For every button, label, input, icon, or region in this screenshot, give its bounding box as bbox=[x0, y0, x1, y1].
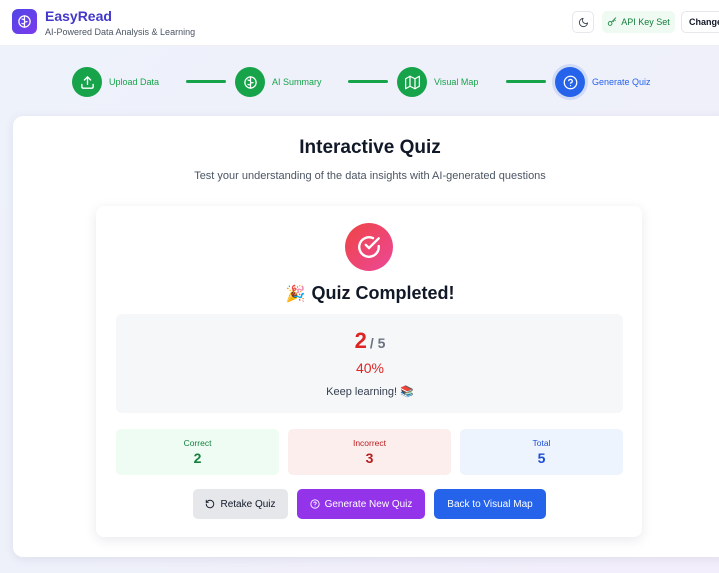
step-generate-quiz[interactable] bbox=[555, 67, 585, 97]
step-connector bbox=[348, 80, 388, 83]
map-icon bbox=[404, 75, 420, 89]
page-subtitle: Test your understanding of the data insi… bbox=[194, 170, 546, 182]
generate-new-quiz-label: Generate New Quiz bbox=[324, 498, 413, 510]
brain-logo-icon bbox=[12, 9, 37, 34]
api-key-status-text: API Key Set bbox=[621, 17, 670, 27]
app-header: EasyRead AI-Powered Data Analysis & Lear… bbox=[0, 0, 719, 46]
app-tagline: AI-Powered Data Analysis & Learning bbox=[45, 27, 196, 37]
party-emoji-icon: 🎉 bbox=[285, 286, 306, 303]
question-circle-icon bbox=[309, 499, 320, 509]
question-circle-icon bbox=[563, 75, 577, 89]
quiz-completed-heading: 🎉 Quiz Completed! bbox=[0, 283, 719, 304]
score-message: Keep learning! 📚 bbox=[326, 386, 414, 398]
step-label-generate-quiz: Generate Quiz bbox=[592, 77, 651, 87]
step-label-visual-map: Visual Map bbox=[434, 77, 479, 87]
page-title: Interactive Quiz bbox=[299, 137, 441, 158]
correct-stat-card: Correct 2 bbox=[116, 429, 279, 475]
score-display: 2/ 5 bbox=[0, 328, 719, 354]
total-value: 5 bbox=[537, 450, 546, 466]
quiz-completed-text: Quiz Completed! bbox=[311, 283, 455, 303]
brain-icon bbox=[243, 75, 257, 89]
retake-quiz-label: Retake Quiz bbox=[220, 498, 276, 510]
total-stat-card: Total 5 bbox=[460, 429, 623, 475]
change-api-key-button[interactable]: Change bbox=[681, 11, 719, 33]
step-upload-data[interactable] bbox=[72, 67, 102, 97]
retake-quiz-button[interactable]: Retake Quiz bbox=[193, 489, 288, 519]
app-name: EasyRead bbox=[45, 8, 112, 24]
step-connector bbox=[186, 80, 226, 83]
rotate-ccw-icon bbox=[206, 499, 215, 509]
correct-value: 2 bbox=[193, 450, 202, 466]
correct-label: Correct bbox=[183, 438, 212, 448]
key-icon bbox=[608, 17, 617, 26]
step-visual-map[interactable] bbox=[397, 67, 427, 97]
incorrect-label: Incorrect bbox=[352, 438, 387, 448]
total-label: Total bbox=[532, 438, 551, 448]
upload-icon bbox=[80, 75, 94, 89]
moon-icon bbox=[578, 17, 588, 27]
incorrect-value: 3 bbox=[365, 450, 374, 466]
theme-toggle-button[interactable] bbox=[572, 11, 594, 33]
score-total: / 5 bbox=[369, 335, 386, 351]
step-label-upload-data: Upload Data bbox=[109, 77, 160, 87]
step-ai-summary[interactable] bbox=[235, 67, 265, 97]
check-circle-icon bbox=[345, 223, 393, 271]
step-label-ai-summary: AI Summary bbox=[272, 77, 322, 87]
generate-new-quiz-button[interactable]: Generate New Quiz bbox=[297, 489, 425, 519]
score-percent: 40% bbox=[355, 360, 385, 376]
back-to-visual-map-button[interactable]: Back to Visual Map bbox=[434, 489, 546, 519]
score-value: 2 bbox=[354, 328, 367, 353]
incorrect-stat-card: Incorrect 3 bbox=[288, 429, 451, 475]
api-key-status-badge: API Key Set bbox=[602, 11, 675, 33]
step-connector bbox=[506, 80, 546, 83]
